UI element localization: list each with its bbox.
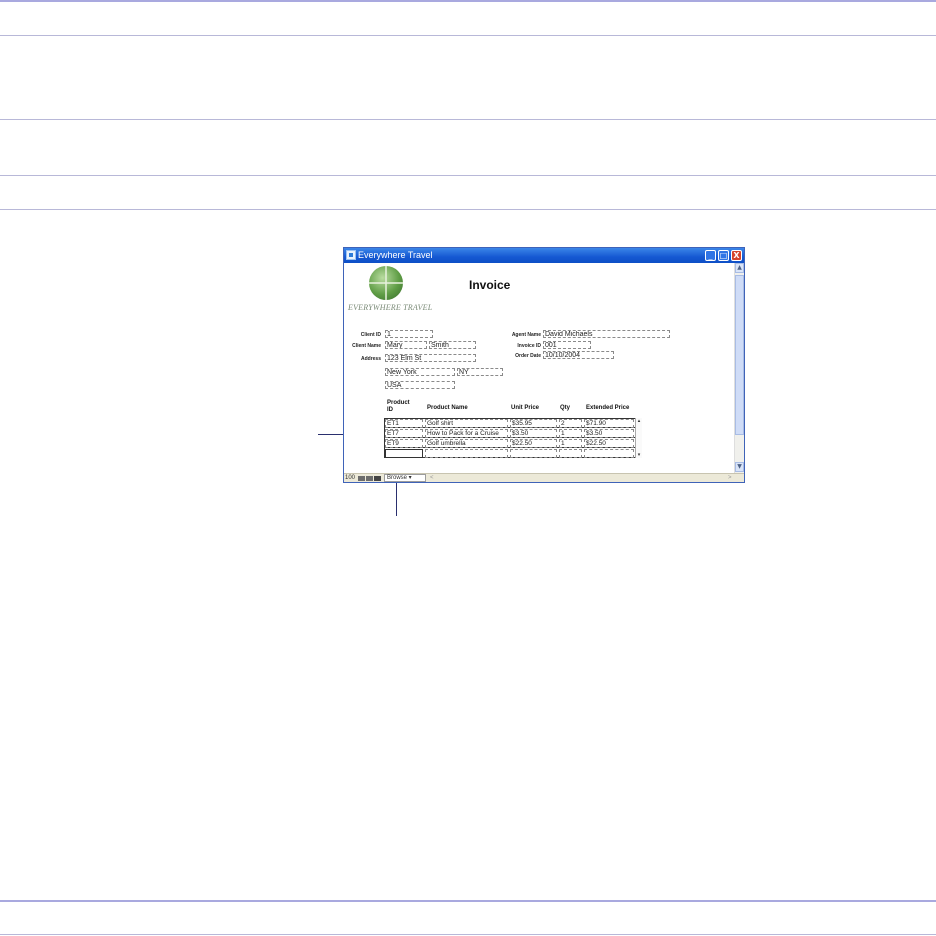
divider-line	[0, 119, 936, 120]
zoom-out-icon[interactable]	[358, 476, 365, 481]
client-id-field[interactable]: 1	[385, 330, 433, 338]
agent-name-field[interactable]: David Michaels	[543, 330, 670, 338]
table-cell-qty[interactable]: 2	[559, 419, 582, 428]
title-bar[interactable]: Everywhere Travel _ □ X	[344, 248, 744, 263]
client-name-label: Client Name	[352, 343, 381, 349]
app-icon	[346, 250, 356, 260]
last-name-field[interactable]: Smith	[429, 341, 476, 349]
table-cell-extended-price[interactable]: $71.90	[584, 419, 634, 428]
table-cell-product-id[interactable]: ET1	[385, 419, 423, 428]
table-cell-qty[interactable]: 1	[559, 439, 582, 448]
divider-line	[0, 175, 936, 176]
portal-scrollbar[interactable]: ▴ ▾	[635, 418, 642, 458]
bottom-rule	[0, 900, 936, 902]
zoom-in-icon[interactable]	[366, 476, 373, 481]
table-cell-unit-price[interactable]: $35.95	[510, 419, 557, 428]
scroll-down-icon[interactable]: ▼	[735, 462, 744, 472]
table-cell-product-id-empty[interactable]	[385, 449, 423, 458]
scroll-left-icon[interactable]: <	[430, 474, 434, 482]
globe-logo-icon	[369, 266, 403, 300]
zoom-level[interactable]: 100	[345, 474, 355, 482]
product-id-header: Product ID	[387, 400, 410, 413]
brand-logotype: EVERYWHERE TRAVEL	[348, 303, 433, 312]
street-field[interactable]: 123 Elm St	[385, 354, 476, 362]
table-cell-empty[interactable]	[510, 449, 557, 458]
status-bar: 100 Browse ▾ < >	[344, 473, 744, 482]
table-cell-qty[interactable]: 1	[559, 429, 582, 438]
scroll-right-icon[interactable]: >	[728, 474, 732, 482]
table-cell-product-id[interactable]: ET7	[385, 429, 423, 438]
portal-scroll-up-icon[interactable]: ▴	[636, 418, 642, 424]
mode-selector[interactable]: Browse ▾	[384, 474, 426, 482]
maximize-button[interactable]: □	[718, 250, 729, 261]
portal-scroll-down-icon[interactable]: ▾	[636, 452, 642, 458]
mode-label: Browse	[387, 475, 408, 481]
divider-line	[0, 35, 936, 36]
divider-line	[0, 934, 936, 935]
country-field[interactable]: USA	[385, 381, 455, 389]
state-field[interactable]: NY	[457, 368, 503, 376]
extended-price-header: Extended Price	[586, 405, 630, 411]
table-cell-empty[interactable]	[559, 449, 582, 458]
top-rule	[0, 0, 936, 2]
window-title: Everywhere Travel	[358, 250, 433, 260]
close-button[interactable]: X	[731, 250, 742, 261]
unit-price-header: Unit Price	[511, 405, 540, 411]
order-date-field[interactable]: 10/10/2004	[543, 351, 614, 359]
scrollbar-thumb[interactable]	[735, 275, 744, 435]
order-date-label: Order Date	[515, 353, 541, 359]
invoice-id-field[interactable]: 001	[543, 341, 591, 349]
product-name-header: Product Name	[427, 405, 468, 411]
page-title: Invoice	[469, 278, 511, 292]
minimize-button[interactable]: _	[705, 250, 716, 261]
invoice-id-label: Invoice ID	[517, 343, 541, 349]
table-cell-empty[interactable]	[425, 449, 508, 458]
table-cell-unit-price[interactable]: $22.50	[510, 439, 557, 448]
table-cell-product-name[interactable]: How to Pack for a Cruise	[425, 429, 508, 438]
qty-header: Qty	[560, 405, 571, 411]
app-window: Everywhere Travel _ □ X EVERYWHERE TRAVE…	[343, 247, 745, 483]
table-cell-empty[interactable]	[584, 449, 634, 458]
city-field[interactable]: New York	[385, 368, 455, 376]
address-label: Address	[360, 356, 381, 362]
table-cell-extended-price[interactable]: $22.50	[584, 439, 634, 448]
scroll-up-icon[interactable]: ▲	[735, 263, 744, 273]
vertical-scrollbar[interactable]: ▲ ▼	[734, 263, 744, 473]
table-cell-product-name[interactable]: Golf umbrella	[425, 439, 508, 448]
table-cell-unit-price[interactable]: $3.50	[510, 429, 557, 438]
table-cell-product-name[interactable]: Golf shirt	[425, 419, 508, 428]
toolbar-toggle-icon[interactable]	[374, 476, 381, 481]
client-id-label: Client ID	[360, 332, 381, 338]
divider-line	[0, 209, 936, 210]
first-name-field[interactable]: Mary	[385, 341, 427, 349]
agent-name-label: Agent Name	[511, 332, 541, 338]
table-cell-extended-price[interactable]: $3.50	[584, 429, 634, 438]
table-cell-product-id[interactable]: ET9	[385, 439, 423, 448]
